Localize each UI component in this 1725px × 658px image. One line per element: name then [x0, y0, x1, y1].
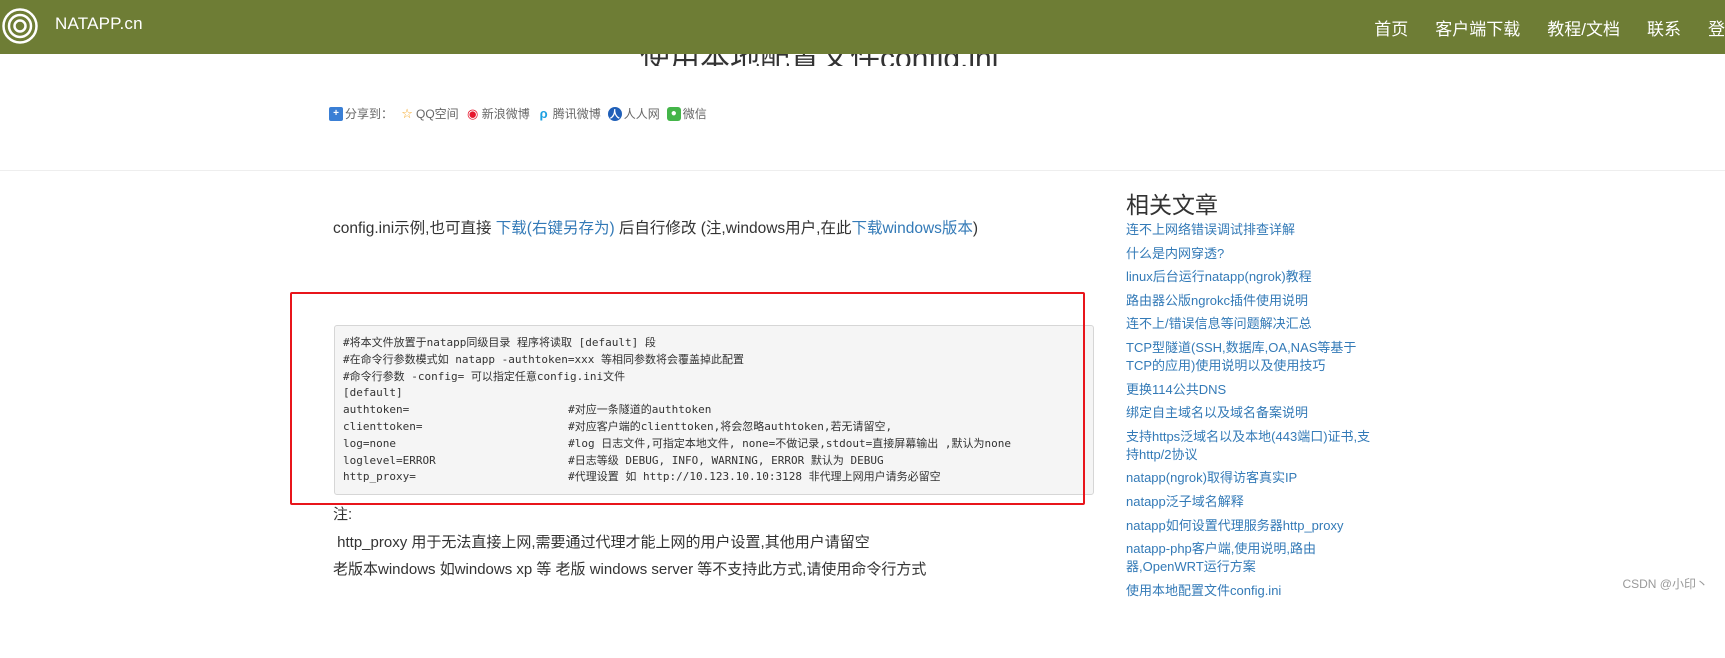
note-old-windows: 老版本windows 如windows xp 等 老版 windows serv… — [333, 561, 927, 578]
related-article-link[interactable]: 使用本地配置文件config.ini — [1126, 582, 1376, 600]
share-tencent-weibo[interactable]: 腾讯微博 — [553, 105, 601, 122]
note-http-proxy: http_proxy 用于无法直接上网,需要通过代理才能上网的用户设置,其他用户… — [333, 533, 870, 551]
page-title: 使用本地配置文件config.ini — [640, 54, 998, 66]
divider — [0, 170, 1725, 171]
intro-text-3: ) — [972, 220, 979, 237]
related-article-link[interactable]: 路由器公版ngrokc插件使用说明 — [1126, 292, 1376, 310]
share-qzone[interactable]: QQ空间 — [416, 105, 459, 122]
nav-home[interactable]: 首页 — [1374, 15, 1408, 40]
top-navbar: NATAPP.cn 首页 客户端下载 教程/文档 联系 登 — [0, 0, 1725, 54]
brand-name[interactable]: NATAPP.cn — [55, 14, 143, 34]
related-article-link[interactable]: 绑定自主域名以及域名备案说明 — [1126, 404, 1376, 422]
highlight-box — [290, 292, 1085, 505]
note-heading: 注: — [333, 506, 353, 523]
related-articles-list: 连不上网络错误调试排查详解 什么是内网穿透? linux后台运行natapp(n… — [1126, 221, 1376, 605]
related-article-link[interactable]: linux后台运行natapp(ngrok)教程 — [1126, 268, 1376, 286]
wechat-icon[interactable]: ● — [666, 106, 681, 121]
intro-paragraph: config.ini示例,也可直接 下载(右键另存为) 后自行修改 (注,win… — [333, 216, 978, 238]
related-article-link[interactable]: natapp-php客户端,使用说明,路由器,OpenWRT运行方案 — [1126, 540, 1376, 576]
related-article-link[interactable]: 连不上网络错误调试排查详解 — [1126, 221, 1376, 239]
renren-icon[interactable]: 人 — [607, 106, 622, 121]
share-bar: + 分享到： ☆ QQ空间 ◉ 新浪微博 ρ 腾讯微博 人 人人网 ● 微信 — [329, 105, 714, 122]
related-article-link[interactable]: natapp如何设置代理服务器http_proxy — [1126, 517, 1376, 535]
intro-text-1: config.ini示例,也可直接 — [333, 220, 496, 237]
download-config-link[interactable]: 下载(右键另存为) — [496, 220, 615, 237]
target-logo-icon[interactable] — [2, 8, 38, 44]
share-renren[interactable]: 人人网 — [624, 105, 660, 122]
weibo-icon[interactable]: ◉ — [466, 106, 480, 121]
tencent-weibo-icon[interactable]: ρ — [537, 106, 551, 121]
download-windows-link[interactable]: 下载windows版本 — [851, 220, 972, 237]
notes-section: 注: http_proxy 用于无法直接上网,需要通过代理才能上网的用户设置,其… — [333, 505, 926, 588]
related-article-link[interactable]: 更换114公共DNS — [1126, 381, 1376, 399]
related-article-link[interactable]: TCP型隧道(SSH,数据库,OA,NAS等基于TCP的应用)使用说明以及使用技… — [1126, 339, 1376, 375]
related-articles-title: 相关文章 — [1126, 192, 1218, 218]
share-plus-icon[interactable]: + — [329, 106, 343, 121]
related-article-link[interactable]: 连不上/错误信息等问题解决汇总 — [1126, 315, 1376, 333]
nav-contact[interactable]: 联系 — [1647, 15, 1681, 40]
qzone-icon[interactable]: ☆ — [400, 106, 414, 121]
related-article-link[interactable]: 支持https泛域名以及本地(443端口)证书,支持http/2协议 — [1126, 428, 1376, 464]
related-article-link[interactable]: 什么是内网穿透? — [1126, 245, 1376, 263]
related-article-link[interactable]: natapp泛子域名解释 — [1126, 493, 1376, 511]
nav-docs[interactable]: 教程/文档 — [1547, 15, 1620, 40]
csdn-watermark: CSDN @小印丶 — [1622, 577, 1708, 591]
nav-login[interactable]: 登 — [1708, 15, 1725, 40]
share-weibo[interactable]: 新浪微博 — [482, 105, 530, 122]
share-wechat[interactable]: 微信 — [683, 105, 707, 122]
share-label: 分享到： — [345, 107, 394, 121]
page-title-container: 使用本地配置文件config.ini — [640, 54, 1060, 66]
nav-client-download[interactable]: 客户端下载 — [1435, 15, 1520, 40]
related-article-link[interactable]: natapp(ngrok)取得访客真实IP — [1126, 469, 1376, 487]
main-nav: 首页 客户端下载 教程/文档 联系 登 — [1347, 15, 1725, 40]
intro-text-2: 后自行修改 (注,windows用户,在此 — [614, 220, 852, 237]
